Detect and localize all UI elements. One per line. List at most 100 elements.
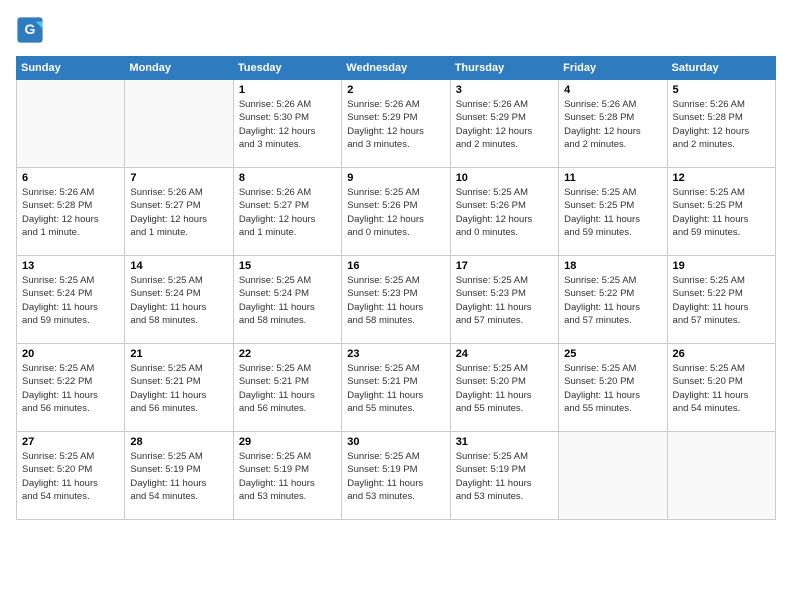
week-row-3: 13 Sunrise: 5:25 AM Sunset: 5:24 PM Dayli… — [17, 256, 776, 344]
day-number: 27 — [22, 436, 119, 448]
calendar-body: 1 Sunrise: 5:26 AM Sunset: 5:30 PM Daylig… — [17, 80, 776, 520]
day-info: Sunrise: 5:25 AM Sunset: 5:21 PM Dayligh… — [239, 362, 336, 415]
calendar-cell: 12 Sunrise: 5:25 AM Sunset: 5:25 PM Dayli… — [667, 168, 775, 256]
day-info: Sunrise: 5:26 AM Sunset: 5:30 PM Dayligh… — [239, 98, 336, 151]
calendar-header-thursday: Thursday — [450, 57, 558, 80]
calendar-cell — [125, 80, 233, 168]
day-info: Sunrise: 5:26 AM Sunset: 5:29 PM Dayligh… — [347, 98, 444, 151]
day-number: 10 — [456, 172, 553, 184]
logo-icon: G — [16, 16, 44, 44]
calendar-cell: 8Sunrise: 5:26 AM Sunset: 5:27 PM Daylig… — [233, 168, 341, 256]
week-row-5: 27 Sunrise: 5:25 AM Sunset: 5:20 PM Dayli… — [17, 432, 776, 520]
page-header: G — [16, 16, 776, 44]
calendar-cell: 20 Sunrise: 5:25 AM Sunset: 5:22 PM Dayli… — [17, 344, 125, 432]
week-row-1: 1 Sunrise: 5:26 AM Sunset: 5:30 PM Daylig… — [17, 80, 776, 168]
day-info: Sunrise: 5:25 AM Sunset: 5:22 PM Dayligh… — [22, 362, 119, 415]
week-row-4: 20 Sunrise: 5:25 AM Sunset: 5:22 PM Dayli… — [17, 344, 776, 432]
day-info: Sunrise: 5:25 AM Sunset: 5:22 PM Dayligh… — [673, 274, 770, 327]
calendar-table: SundayMondayTuesdayWednesdayThursdayFrid… — [16, 56, 776, 520]
calendar-cell: 16 Sunrise: 5:25 AM Sunset: 5:23 PM Dayli… — [342, 256, 450, 344]
calendar-cell — [667, 432, 775, 520]
day-info: Sunrise: 5:25 AM Sunset: 5:23 PM Dayligh… — [456, 274, 553, 327]
day-number: 23 — [347, 348, 444, 360]
day-number: 14 — [130, 260, 227, 272]
calendar-header-monday: Monday — [125, 57, 233, 80]
day-info: Sunrise: 5:25 AM Sunset: 5:21 PM Dayligh… — [130, 362, 227, 415]
calendar-cell: 24 Sunrise: 5:25 AM Sunset: 5:20 PM Dayli… — [450, 344, 558, 432]
day-info: Sunrise: 5:25 AM Sunset: 5:21 PM Dayligh… — [347, 362, 444, 415]
calendar-cell: 5 Sunrise: 5:26 AM Sunset: 5:28 PM Daylig… — [667, 80, 775, 168]
calendar-cell: 18Sunrise: 5:25 AM Sunset: 5:22 PM Dayli… — [559, 256, 667, 344]
svg-text:G: G — [25, 21, 36, 37]
day-number: 4 — [564, 84, 661, 96]
day-info: Sunrise: 5:25 AM Sunset: 5:19 PM Dayligh… — [347, 450, 444, 503]
calendar-cell: 11 Sunrise: 5:25 AM Sunset: 5:25 PM Dayli… — [559, 168, 667, 256]
day-number: 22 — [239, 348, 336, 360]
calendar-cell: 26Sunrise: 5:25 AM Sunset: 5:20 PM Dayli… — [667, 344, 775, 432]
day-number: 18 — [564, 260, 661, 272]
calendar-cell: 4 Sunrise: 5:26 AM Sunset: 5:28 PM Daylig… — [559, 80, 667, 168]
day-info: Sunrise: 5:26 AM Sunset: 5:28 PM Dayligh… — [673, 98, 770, 151]
calendar-header-row: SundayMondayTuesdayWednesdayThursdayFrid… — [17, 57, 776, 80]
day-info: Sunrise: 5:25 AM Sunset: 5:25 PM Dayligh… — [673, 186, 770, 239]
day-info: Sunrise: 5:26 AM Sunset: 5:28 PM Dayligh… — [22, 186, 119, 239]
calendar-cell: 1 Sunrise: 5:26 AM Sunset: 5:30 PM Daylig… — [233, 80, 341, 168]
day-info: Sunrise: 5:25 AM Sunset: 5:19 PM Dayligh… — [130, 450, 227, 503]
day-info: Sunrise: 5:26 AM Sunset: 5:27 PM Dayligh… — [239, 186, 336, 239]
day-info: Sunrise: 5:25 AM Sunset: 5:24 PM Dayligh… — [22, 274, 119, 327]
day-info: Sunrise: 5:25 AM Sunset: 5:24 PM Dayligh… — [130, 274, 227, 327]
calendar-cell: 10Sunrise: 5:25 AM Sunset: 5:26 PM Dayli… — [450, 168, 558, 256]
calendar-cell: 31Sunrise: 5:25 AM Sunset: 5:19 PM Dayli… — [450, 432, 558, 520]
day-number: 5 — [673, 84, 770, 96]
day-number: 17 — [456, 260, 553, 272]
day-info: Sunrise: 5:26 AM Sunset: 5:29 PM Dayligh… — [456, 98, 553, 151]
calendar-cell: 22 Sunrise: 5:25 AM Sunset: 5:21 PM Dayli… — [233, 344, 341, 432]
day-info: Sunrise: 5:25 AM Sunset: 5:20 PM Dayligh… — [673, 362, 770, 415]
calendar-header-friday: Friday — [559, 57, 667, 80]
calendar-cell: 7 Sunrise: 5:26 AM Sunset: 5:27 PM Daylig… — [125, 168, 233, 256]
day-number: 6 — [22, 172, 119, 184]
day-number: 25 — [564, 348, 661, 360]
day-number: 21 — [130, 348, 227, 360]
day-number: 20 — [22, 348, 119, 360]
calendar-cell: 2Sunrise: 5:26 AM Sunset: 5:29 PM Daylig… — [342, 80, 450, 168]
week-row-2: 6 Sunrise: 5:26 AM Sunset: 5:28 PM Daylig… — [17, 168, 776, 256]
calendar-header-saturday: Saturday — [667, 57, 775, 80]
calendar-cell: 27 Sunrise: 5:25 AM Sunset: 5:20 PM Dayli… — [17, 432, 125, 520]
calendar-cell: 19 Sunrise: 5:25 AM Sunset: 5:22 PM Dayli… — [667, 256, 775, 344]
day-info: Sunrise: 5:26 AM Sunset: 5:28 PM Dayligh… — [564, 98, 661, 151]
day-info: Sunrise: 5:25 AM Sunset: 5:24 PM Dayligh… — [239, 274, 336, 327]
day-info: Sunrise: 5:25 AM Sunset: 5:20 PM Dayligh… — [456, 362, 553, 415]
calendar-cell: 9Sunrise: 5:25 AM Sunset: 5:26 PM Daylig… — [342, 168, 450, 256]
calendar-cell — [17, 80, 125, 168]
calendar-cell: 13 Sunrise: 5:25 AM Sunset: 5:24 PM Dayli… — [17, 256, 125, 344]
day-info: Sunrise: 5:25 AM Sunset: 5:20 PM Dayligh… — [22, 450, 119, 503]
day-number: 31 — [456, 436, 553, 448]
calendar-cell: 15Sunrise: 5:25 AM Sunset: 5:24 PM Dayli… — [233, 256, 341, 344]
day-info: Sunrise: 5:25 AM Sunset: 5:23 PM Dayligh… — [347, 274, 444, 327]
day-number: 9 — [347, 172, 444, 184]
calendar-cell: 6 Sunrise: 5:26 AM Sunset: 5:28 PM Daylig… — [17, 168, 125, 256]
calendar-cell: 29 Sunrise: 5:25 AM Sunset: 5:19 PM Dayli… — [233, 432, 341, 520]
day-info: Sunrise: 5:25 AM Sunset: 5:25 PM Dayligh… — [564, 186, 661, 239]
calendar-cell: 23 Sunrise: 5:25 AM Sunset: 5:21 PM Dayli… — [342, 344, 450, 432]
day-number: 12 — [673, 172, 770, 184]
day-number: 28 — [130, 436, 227, 448]
day-info: Sunrise: 5:26 AM Sunset: 5:27 PM Dayligh… — [130, 186, 227, 239]
calendar-header-wednesday: Wednesday — [342, 57, 450, 80]
calendar-header-tuesday: Tuesday — [233, 57, 341, 80]
day-number: 19 — [673, 260, 770, 272]
day-number: 13 — [22, 260, 119, 272]
day-number: 1 — [239, 84, 336, 96]
day-number: 29 — [239, 436, 336, 448]
day-number: 3 — [456, 84, 553, 96]
day-number: 24 — [456, 348, 553, 360]
day-number: 16 — [347, 260, 444, 272]
calendar-cell: 17 Sunrise: 5:25 AM Sunset: 5:23 PM Dayli… — [450, 256, 558, 344]
calendar-cell: 14 Sunrise: 5:25 AM Sunset: 5:24 PM Dayli… — [125, 256, 233, 344]
calendar-cell: 21 Sunrise: 5:25 AM Sunset: 5:21 PM Dayli… — [125, 344, 233, 432]
day-number: 7 — [130, 172, 227, 184]
calendar-cell: 25Sunrise: 5:25 AM Sunset: 5:20 PM Dayli… — [559, 344, 667, 432]
day-info: Sunrise: 5:25 AM Sunset: 5:19 PM Dayligh… — [239, 450, 336, 503]
day-number: 11 — [564, 172, 661, 184]
